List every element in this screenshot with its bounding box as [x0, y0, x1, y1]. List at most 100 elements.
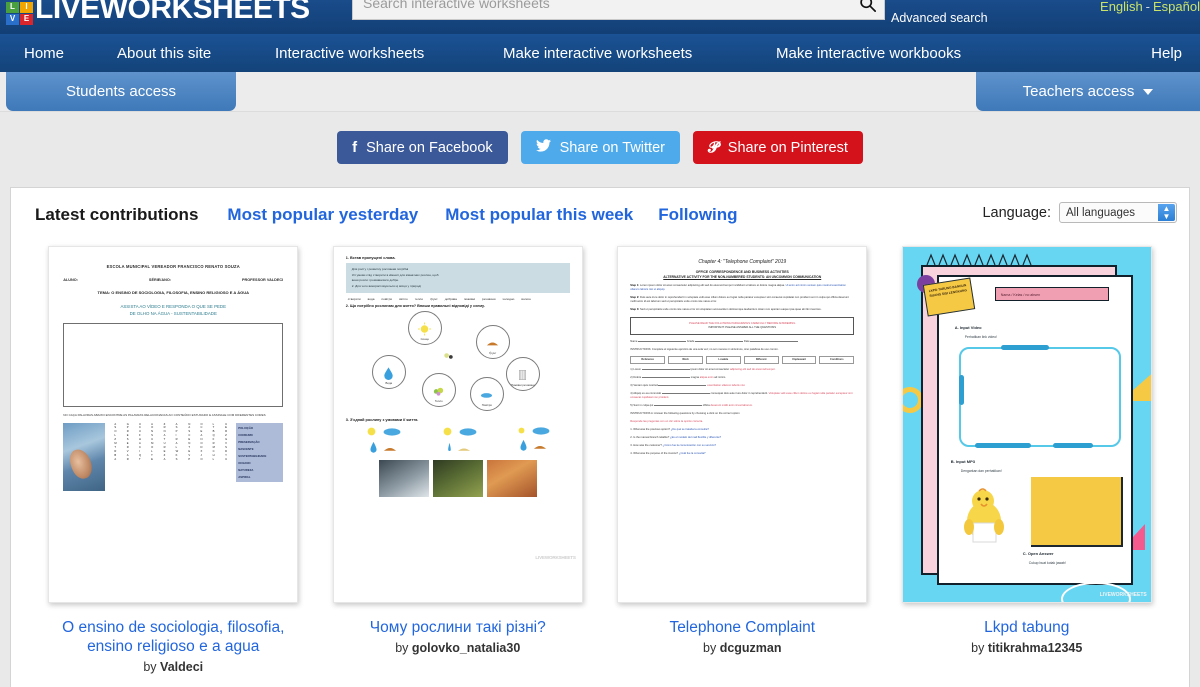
students-access-tab[interactable]: Students access [6, 72, 236, 111]
t2-circle-warmth: Тепло [421, 373, 456, 408]
advanced-search-link[interactable]: Advanced search [891, 11, 988, 25]
nav-item-home[interactable]: Home [24, 45, 64, 62]
share-pinterest-button[interactable]: 𝓟 Share on Pinterest [692, 131, 863, 164]
t3-mcq: 1. What was the previous option? ¿De qué… [630, 428, 709, 432]
t3-table-cell: Conditions [819, 355, 855, 364]
select-arrows-icon[interactable]: ▲ ▼ [1158, 204, 1175, 221]
t2-word: вода [367, 297, 375, 302]
t2-circle-sun: Сонце [407, 311, 442, 346]
logo-square-i: I [20, 1, 33, 13]
tab-most-popular-yesterday[interactable]: Most popular yesterday [227, 205, 418, 225]
t3-table-cell: Work [668, 355, 703, 364]
t1-answer-box [63, 323, 284, 407]
water-drop-icon [384, 367, 393, 381]
t3-table-cell: Unpleasant [781, 355, 817, 364]
share-twitter-button[interactable]: Share on Twitter [520, 131, 680, 164]
t1-subtitle: TEMA: O ENSINO DE SOCIOLOGIA, FILOSOFIA,… [97, 290, 250, 295]
t3-box-line-2: IMPORTANT: PLEASE ANSWER ALL THE QUESTIO… [708, 325, 777, 329]
t2-circle-label: Сонце [420, 337, 429, 342]
share-facebook-button[interactable]: f Share on Facebook [337, 131, 508, 164]
sun-icon [518, 427, 525, 434]
language-link-english[interactable]: English [1100, 0, 1143, 14]
tab-following[interactable]: Following [658, 205, 737, 225]
t2-word: добрива [444, 297, 457, 302]
t2-circle-nutrients: Поживні речовини [505, 357, 540, 392]
nav-item-about[interactable]: About this site [117, 45, 211, 62]
logo-square-l: L [6, 1, 19, 13]
t1-grid-col: AONSUMOLTE [151, 422, 154, 461]
t3-mcq: 4. What was the purpose of the invoice? … [630, 452, 706, 456]
water-drop-icon [447, 442, 451, 452]
site-logo[interactable]: L I V E LIVEWORKSHEETS [6, 0, 310, 26]
search-box[interactable] [352, 0, 885, 20]
share-pinterest-label: Share on Pinterest [727, 139, 848, 156]
t4-section-b-sub: Dengarkan dan perhatikan! [960, 469, 1002, 473]
worksheet-thumbnail[interactable]: LKPD TABUNG BANGUN RUANG SISI LENGKUNG N… [901, 246, 1152, 603]
language-link-spanish[interactable]: Español [1153, 0, 1200, 14]
soil-icon [457, 448, 470, 451]
t1-instruction-note: NO CAÇA PALAVRAS ABAIXO ENCONTRE AS PALA… [63, 413, 266, 417]
t3-subtitle-2: ALTERNATIVE ACTIVITY FOR THE NON-NUMBERE… [663, 274, 822, 279]
t1-grid-col: ZRNATUREZA [163, 422, 166, 461]
t1-grid-col: NASCENTEVP [188, 422, 191, 461]
worksheet-title-link[interactable]: Lkpd tabung [984, 619, 1069, 638]
tab-most-popular-this-week[interactable]: Most popular this week [445, 205, 633, 225]
nav-item-interactive-worksheets[interactable]: Interactive worksheets [275, 45, 424, 62]
t4-answer-box [1030, 477, 1123, 547]
worksheet-author-prefix: by [143, 659, 161, 674]
language-filter-select[interactable]: All languages ▲ ▼ [1059, 202, 1177, 223]
t1-word: OCEANO [238, 460, 251, 465]
t1-wordsearch-area: ASOLZMTRBA GPRESERVAR UCUFHACIQT AONSUMO… [63, 422, 284, 491]
search-input[interactable] [353, 0, 850, 19]
half-circle-decoration-icon [902, 387, 923, 413]
t3-instructions-a: INSTRUCTIONS: Complete el siguiente ejer… [630, 347, 779, 351]
worksheet-title-link[interactable]: Чому рослини такі різні? [370, 619, 546, 638]
t2-diagram: Сонце Ґрунт Вода Поживні речовини Тепло … [346, 311, 570, 415]
worksheet-author-prefix: by [703, 640, 720, 655]
worksheet-thumbnail[interactable]: Chapter 4: "Telephone Complaint" 2019 OF… [617, 246, 868, 603]
t1-wordsearch-grid: ASOLZMTRBA GPRESERVAR UCUFHACIQT AONSUMO… [109, 423, 232, 462]
share-twitter-label: Share on Twitter [559, 139, 665, 156]
nav-item-make-interactive-worksheets[interactable]: Make interactive worksheets [503, 45, 692, 62]
t4-video-frame [958, 347, 1121, 447]
t2-photo [486, 460, 537, 498]
t1-word: NASCENTE [238, 446, 254, 451]
t2-word: холодно [502, 297, 515, 302]
worksheet-author: by golovko_natalia30 [395, 641, 520, 655]
t1-meta-left: ALUNO: [63, 278, 79, 282]
t2-photo [432, 460, 483, 498]
twitter-icon [535, 139, 551, 156]
access-strip: Students access Teachers access [0, 72, 1200, 112]
thumbnail-page-4: LKPD TABUNG BANGUN RUANG SISI LENGKUNG N… [902, 247, 1151, 602]
worksheet-thumbnail[interactable]: ESCOLA MUNICIPAL VEREADOR FRANCISCO RENA… [48, 246, 299, 603]
t3-item: 1) Lorem ipsum dolor sit amet consectetu… [630, 367, 776, 371]
t2-word: ґрунт [430, 297, 438, 302]
water-drop-icon [520, 440, 527, 451]
t3-paragraph: Step 3: Sed ut perspiciatis unde omnis i… [630, 307, 822, 311]
teachers-access-tab[interactable]: Teachers access [976, 72, 1200, 111]
tab-latest-contributions[interactable]: Latest contributions [35, 205, 198, 225]
t3-table-cell: Reference [630, 355, 666, 364]
nav-item-make-interactive-workbooks[interactable]: Make interactive workbooks [776, 45, 961, 62]
search-icon[interactable] [850, 0, 884, 19]
t2-circle-label: Ґрунт [489, 351, 497, 356]
worksheet-card: Chapter 4: "Telephone Complaint" 2019 OF… [600, 246, 885, 674]
t3-item: 4) Aliquip ex ea commodo consequat duis … [630, 392, 853, 400]
sun-icon [418, 322, 432, 336]
t4-section-a-sub: Perhatikan link video! [964, 335, 997, 339]
facebook-icon: f [352, 139, 358, 156]
nav-item-help[interactable]: Help [1151, 45, 1182, 62]
t2-center-plant [437, 345, 460, 368]
t2-word: тепло [414, 297, 424, 302]
worksheet-author-name: golovko_natalia30 [411, 640, 521, 655]
worksheet-title-link[interactable]: Telephone Complaint [669, 619, 815, 638]
worksheet-thumbnail[interactable]: 1. Встав пропущені слова. Для росту і ро… [332, 246, 583, 603]
t2-circle-label: Поживні речовини [510, 383, 535, 388]
worksheet-card: LKPD TABUNG BANGUN RUANG SISI LENGKUNG N… [885, 246, 1170, 674]
worksheet-card: ESCOLA MUNICIPAL VEREADOR FRANCISCO RENA… [31, 246, 316, 674]
chevron-down-icon [1143, 88, 1154, 95]
t2-fill-panel: Для росту і розвитку рослинам потрібні У… [345, 263, 570, 294]
t4-name-field: Nama / Kelas / no absen [994, 287, 1109, 301]
worksheet-title-link[interactable]: O ensino de sociologia, filosofia, ensin… [48, 619, 298, 657]
top-bar: L I V E LIVEWORKSHEETS Advanced search E… [0, 0, 1200, 34]
